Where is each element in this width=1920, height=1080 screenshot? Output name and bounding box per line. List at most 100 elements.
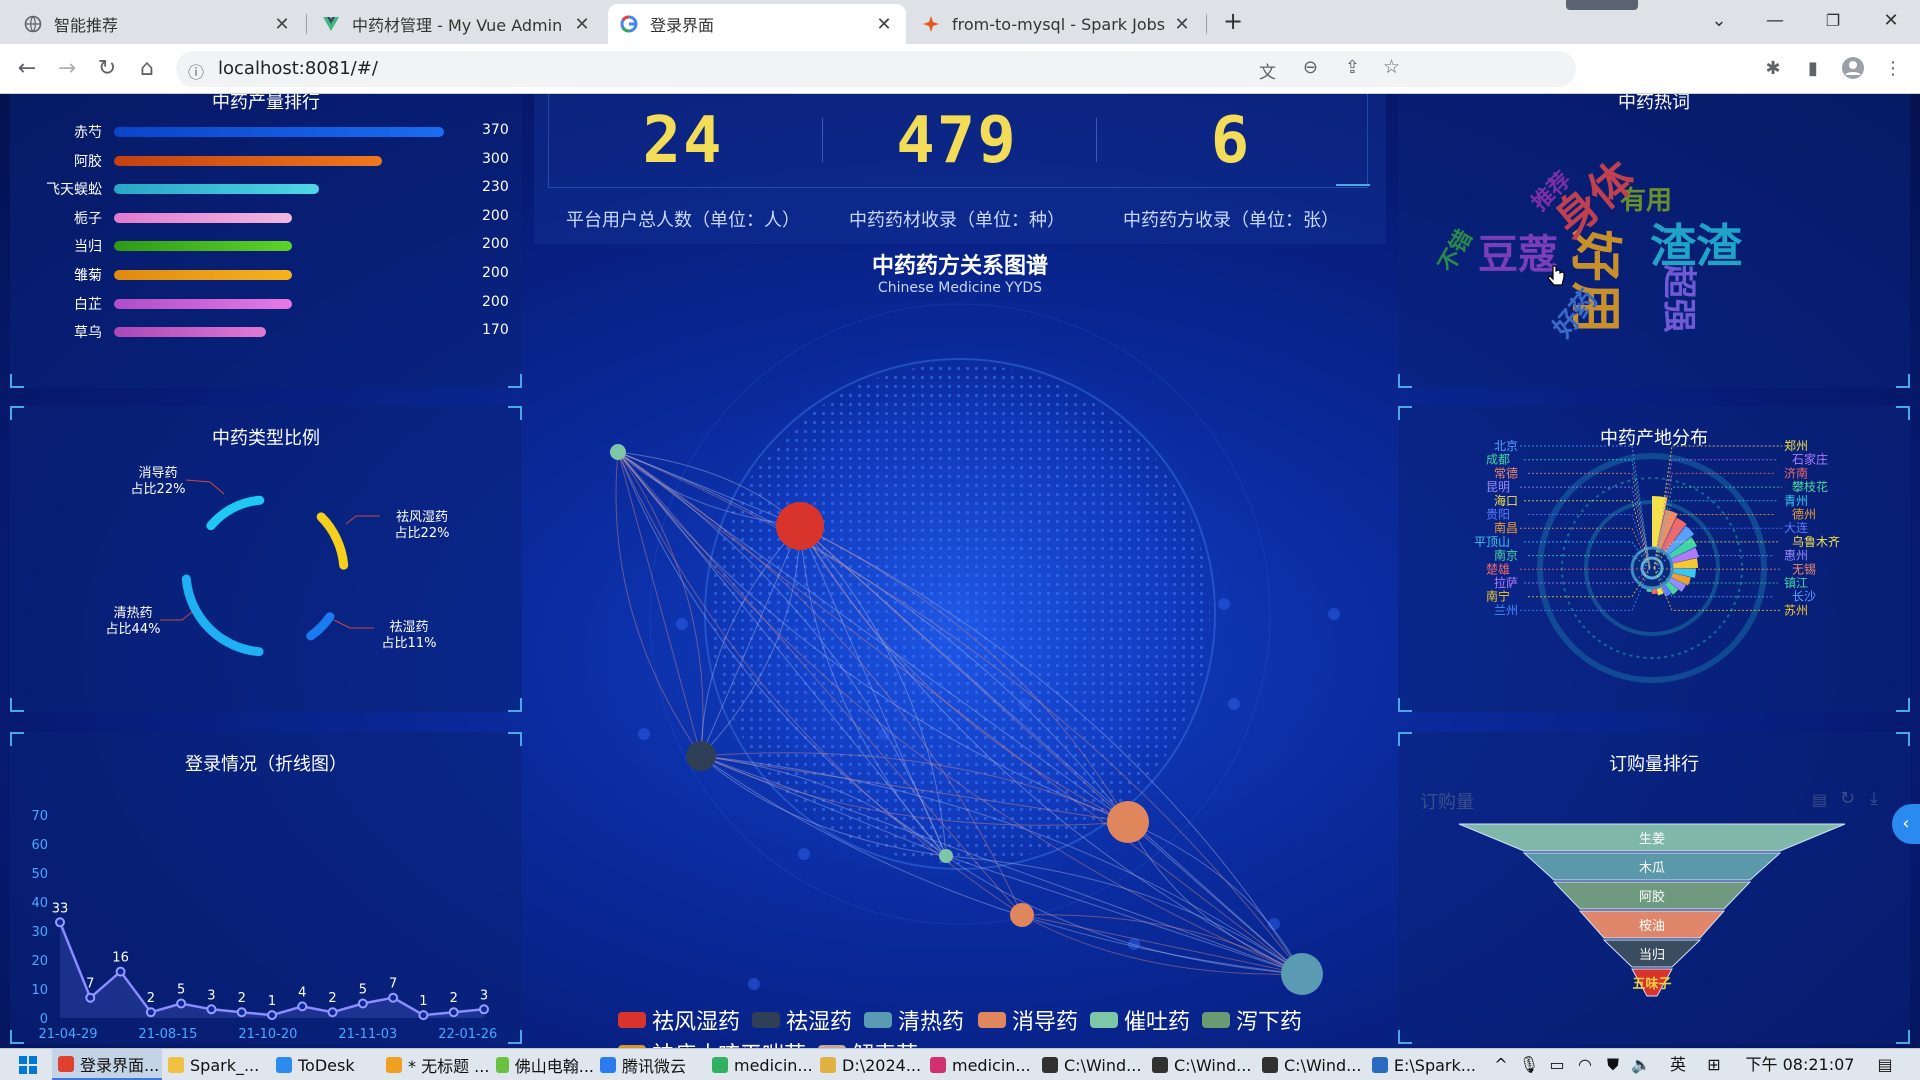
microphone-icon[interactable]: 🎙 [1518,1049,1540,1080]
battery-icon[interactable]: ▭ [1546,1049,1568,1080]
ime-language-indicator[interactable]: 英 [1666,1049,1690,1080]
login-data-label: 7 [86,977,94,992]
close-tab-icon[interactable]: ✕ [572,14,592,35]
tab-search-chevron-down-icon[interactable]: ⌄ [1696,6,1742,36]
app-icon [600,1057,616,1073]
new-tab-button[interactable]: + [1210,6,1256,36]
tab-login[interactable]: 登录界面 ✕ [608,4,906,44]
taskbar-app-button[interactable]: medicin... [706,1049,814,1080]
login-line-point [388,992,399,1003]
legend-item[interactable]: 催吐药 [1090,1004,1190,1036]
y-tick-label: 20 [31,954,48,969]
graph-node [610,444,626,460]
maximize-button[interactable]: ❐ [1810,6,1856,36]
legend-item[interactable]: 解表药 [818,1037,918,1048]
zoom-icon[interactable]: ⊖ [1303,57,1318,78]
legend-label: 祛湿药 [786,1010,853,1035]
rank-bar-label: 当归 [74,239,102,256]
taskbar-app-button[interactable]: 佛山电翰... [490,1049,594,1080]
leader-line [333,619,374,629]
taskbar-app-button[interactable]: E:\Spark... [1366,1049,1476,1080]
slice-name: 祛风湿药 [395,510,448,525]
city-label: 拉萨 [1494,575,1518,590]
y-tick-label: 10 [31,983,48,998]
mouse-cursor-icon [1547,265,1565,286]
taskbar-app-button[interactable]: ToDesk [270,1049,380,1080]
graph-background-dot [1328,608,1340,620]
tab-smart-recommend[interactable]: 智能推荐 ✕ [12,4,304,44]
login-line-point [145,1007,156,1018]
city-label: 常德 [1494,465,1518,480]
address-bar[interactable]: ⓘ localhost:8081/#/ 文 ⊖ ⇪ ☆ [176,51,1576,87]
city-label: 贵阳 [1486,508,1510,522]
taskbar-app-label: C:\Wind... [1174,1055,1252,1075]
legend-item[interactable]: 祛痰止咳平喘药 [618,1037,806,1048]
relation-graph[interactable] [534,244,1386,1044]
tray-chevron-up-icon[interactable]: ^ [1490,1049,1512,1080]
taskbar-app-label: C:\Wind... [1284,1055,1362,1075]
tab-label: from-to-mysql - Spark Jobs [952,14,1166,34]
reload-icon[interactable]: ↻ [92,54,122,84]
translate-icon[interactable]: 文 [1259,58,1276,83]
legend-item[interactable]: 清热药 [864,1004,964,1036]
clock-time[interactable]: 下午 08:21:07 [1740,1049,1860,1080]
taskbar-app-button[interactable]: * 无标题 ... [380,1049,490,1080]
extensions-icon[interactable]: ✱ [1760,56,1786,82]
close-tab-icon[interactable]: ✕ [1172,14,1192,35]
volume-icon[interactable]: 🔈 [1630,1049,1652,1080]
tab-herb-admin[interactable]: 中药材管理 - My Vue Admin ✕ [310,4,604,44]
legend-item[interactable]: 泻下药 [1202,1004,1302,1036]
login-line-panel: 登录情况（折线图） 0 10 20 30 40 50 60 70 33 7 16 2 5 3 2 1 4 2 5 7 1… [10,732,522,1044]
sidebar-icon[interactable]: ▮ [1800,56,1826,82]
taskbar-app-button[interactable]: C:\Wind... [1036,1049,1146,1080]
rank-bar-row: 赤芍 370 [10,122,510,142]
share-icon[interactable]: ⇪ [1345,57,1360,78]
notification-icon[interactable]: ▤ [1870,1049,1900,1080]
home-icon[interactable]: ⌂ [132,54,162,84]
graph-background-dot [638,728,650,740]
legend-label: 祛痰止咳平喘药 [652,1037,806,1048]
legend-item[interactable]: 消导药 [978,1004,1078,1036]
close-tab-icon[interactable]: ✕ [874,14,894,35]
taskbar-app-button[interactable]: medicin... [924,1049,1036,1080]
close-window-button[interactable]: ✕ [1868,6,1914,36]
bookmark-star-icon[interactable]: ☆ [1383,56,1400,78]
back-arrow-icon[interactable]: ← [12,54,42,84]
login-data-label: 4 [298,985,306,1000]
rank-bar-value: 370 [482,122,509,138]
windows-start-icon[interactable] [10,1049,46,1080]
city-label: 德州 [1792,507,1816,522]
close-tab-icon[interactable]: ✕ [272,14,292,35]
funnel-label: 木瓜 [1639,861,1665,876]
graph-node [1010,903,1034,927]
taskbar-app-button[interactable]: C:\Wind... [1256,1049,1366,1080]
taskbar-app-button[interactable]: Spark_... [162,1049,270,1080]
site-info-icon[interactable]: ⓘ [188,59,204,83]
taskbar-app-button[interactable]: C:\Wind... [1146,1049,1256,1080]
user-count-value: 24 [642,104,724,178]
tab-spark-jobs[interactable]: from-to-mysql - Spark Jobs ✕ [910,4,1204,44]
url-text[interactable]: localhost:8081/#/ [218,58,378,79]
rank-bar-label: 栀子 [74,210,102,227]
menu-kebab-icon[interactable]: ⋮ [1880,56,1906,82]
taskbar-app-button[interactable]: D:\2024... [814,1049,924,1080]
login-line-point [297,1001,308,1012]
legend-item[interactable]: 祛风湿药 [618,1004,740,1036]
type-ratio-arc [306,612,335,641]
slice-label-qushi: 祛湿药 占比11% [374,620,444,652]
profile-avatar-icon[interactable] [1840,56,1866,82]
x-tick-label: 21-10-20 [238,1027,297,1042]
wifi-icon[interactable]: ◠ [1574,1049,1596,1080]
taskbar-app-button[interactable]: 腾讯微云 [594,1049,706,1080]
ime-mode-icon[interactable]: ⊞ [1702,1049,1726,1080]
minimize-button[interactable]: — [1752,6,1798,36]
taskbar-app-label: ToDesk [298,1055,355,1075]
production-rank-panel: 中药产量排行 赤芍 370 阿胶 300 飞天蜈蚣 230 栀子 200 当归 200 雏菊 200 白… [10,94,522,388]
funnel-label: 五味子 [1632,976,1671,992]
login-line-point [357,998,368,1009]
forward-arrow-icon[interactable]: → [52,54,82,84]
legend-item[interactable]: 祛湿药 [752,1004,852,1036]
taskbar-app-button[interactable]: 登录界面... [52,1049,162,1080]
hot-words-panel: 中药热词 豆蔻 渣渣 有用 不错 推荐 好用 身体 超强 好药 [1398,94,1910,388]
shield-icon[interactable]: ⛊ [1602,1049,1624,1080]
